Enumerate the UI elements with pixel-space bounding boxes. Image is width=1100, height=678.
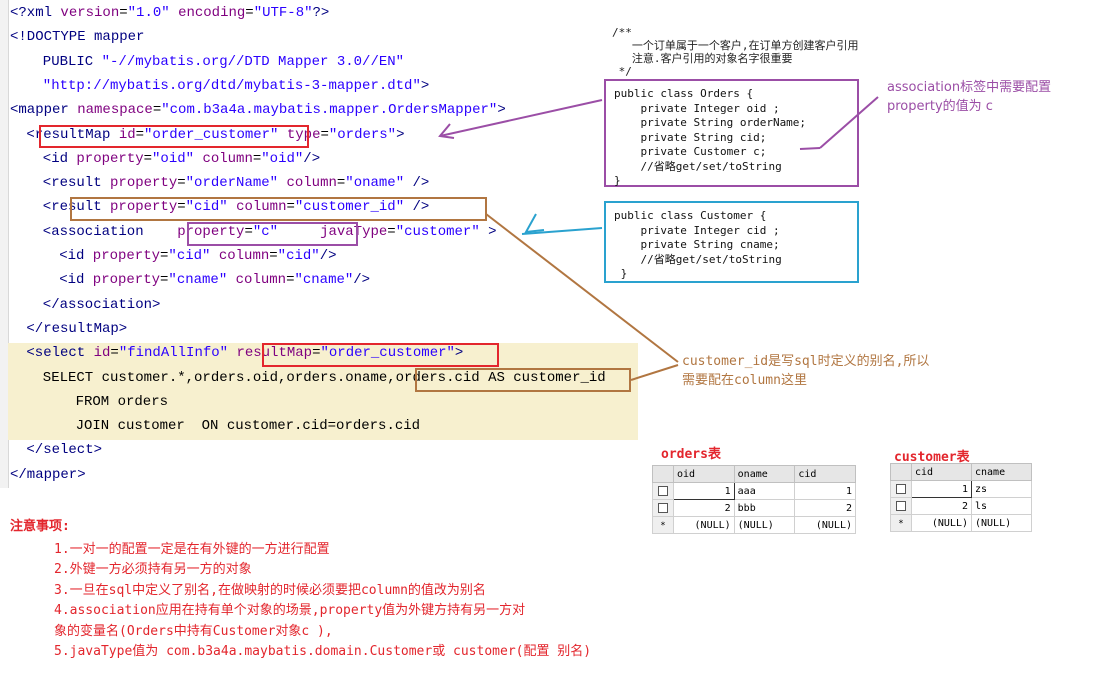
table-cell[interactable]: 1: [673, 482, 735, 500]
table-cell[interactable]: (NULL): [971, 514, 1032, 532]
table-cell[interactable]: 2: [911, 497, 972, 515]
notes-heading: 注意事项:: [10, 519, 70, 534]
table-cell[interactable]: aaa: [733, 482, 796, 500]
arrow-to-orders: [439, 99, 603, 137]
checkbox-icon[interactable]: [896, 483, 906, 494]
arrow-note-c: [819, 96, 879, 149]
table-cell[interactable]: (NULL): [911, 514, 972, 532]
table-row[interactable]: 2 ls: [890, 497, 1032, 515]
row-selector[interactable]: [890, 497, 912, 515]
arrow-result-cid: [485, 213, 679, 363]
table-cell[interactable]: zs: [971, 480, 1032, 498]
note-item: 2.外键一方必须持有另一方的对象: [54, 562, 252, 577]
table-row[interactable]: * (NULL) (NULL): [890, 514, 1032, 532]
checkbox-icon[interactable]: [896, 500, 906, 511]
table-row[interactable]: 1 aaa 1: [652, 482, 856, 500]
notes-section: 注意事项: 1.一对一的配置一定是在有外键的一方进行配置 2.外键一方必须持有另…: [10, 517, 710, 663]
customer-table: cid cname 1 zs 2 ls * (NULL) (NULL): [890, 463, 1032, 532]
note-item: 4.association应用在持有单个对象的场景,property值为外键方持…: [54, 603, 526, 618]
table-cell[interactable]: (NULL): [733, 516, 796, 534]
table-header: oname: [733, 465, 796, 483]
table-header: cname: [971, 463, 1032, 481]
arrow-head-orders: [438, 123, 455, 139]
note-item: 象的变量名(Orders中持有Customer对象c ),: [54, 623, 333, 639]
note-item: 1.一对一的配置一定是在有外键的一方进行配置: [54, 541, 330, 557]
table-cell[interactable]: (NULL): [794, 516, 856, 534]
table-cell[interactable]: 1: [794, 482, 856, 500]
checkbox-icon[interactable]: [658, 502, 668, 513]
note-item: 3.一旦在sql中定义了别名,在做映射的时候必须要把column的值改为别名: [54, 582, 486, 598]
table-corner: [890, 463, 912, 481]
checkbox-icon[interactable]: [658, 485, 668, 496]
table-cell[interactable]: 2: [673, 499, 735, 517]
row-selector[interactable]: [652, 482, 674, 500]
arrow-head-customer: [524, 213, 545, 234]
table-header: cid: [911, 463, 972, 481]
table-cell[interactable]: bbb: [733, 499, 796, 517]
arrow-c-tail: [799, 147, 821, 150]
table-cell[interactable]: 1: [911, 480, 972, 498]
new-row-icon: *: [898, 518, 904, 529]
orders-table-title: orders表: [661, 447, 721, 462]
table-cell[interactable]: ls: [971, 497, 1032, 515]
table-header: oid: [673, 465, 735, 483]
table-row[interactable]: 1 zs: [890, 480, 1032, 498]
table-header: cid: [794, 465, 856, 483]
row-selector[interactable]: *: [890, 514, 912, 532]
arrow-sql-alias: [630, 364, 679, 381]
table-cell[interactable]: 2: [794, 499, 856, 517]
row-selector[interactable]: [890, 480, 912, 498]
table-row[interactable]: 2 bbb 2: [652, 499, 856, 517]
table-corner: [652, 465, 674, 483]
row-selector[interactable]: [652, 499, 674, 517]
note-item: 5.javaType值为 com.b3a4a.maybatis.domain.C…: [54, 644, 592, 659]
